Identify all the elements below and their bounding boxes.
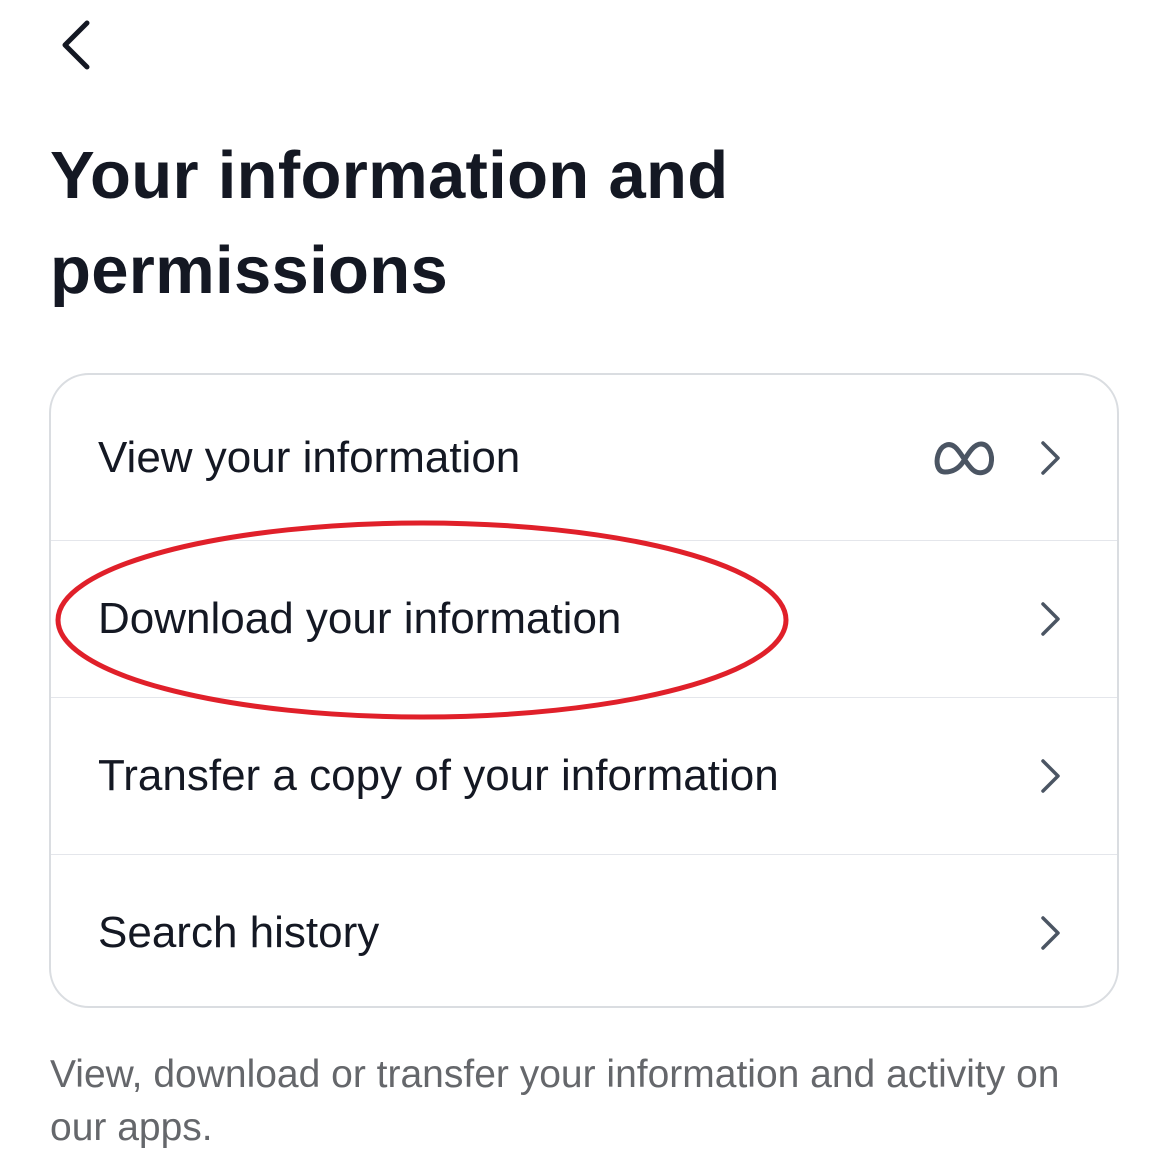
menu-item-label: View your information (98, 432, 521, 482)
settings-card: View your information Download your info… (49, 373, 1119, 1008)
menu-item-download-information[interactable]: Download your information (51, 541, 1117, 697)
back-button[interactable] (40, 10, 110, 80)
chevron-right-icon (1035, 438, 1065, 478)
menu-item-transfer-copy[interactable]: Transfer a copy of your information (51, 698, 1117, 854)
footer-description: View, download or transfer your informat… (50, 1053, 1060, 1149)
menu-item-label: Search history (98, 907, 380, 957)
chevron-left-icon (62, 20, 90, 70)
meta-logo-icon (933, 438, 997, 478)
menu-item-view-information[interactable]: View your information (51, 375, 1117, 540)
page-title: Your information and permissions (50, 138, 729, 308)
chevron-right-icon (1035, 599, 1065, 639)
chevron-right-icon (1035, 913, 1065, 953)
menu-item-label: Transfer a copy of your information (98, 751, 779, 800)
menu-item-search-history[interactable]: Search history (51, 855, 1117, 1006)
chevron-right-icon (1035, 756, 1065, 796)
menu-item-label: Download your information (98, 594, 622, 643)
